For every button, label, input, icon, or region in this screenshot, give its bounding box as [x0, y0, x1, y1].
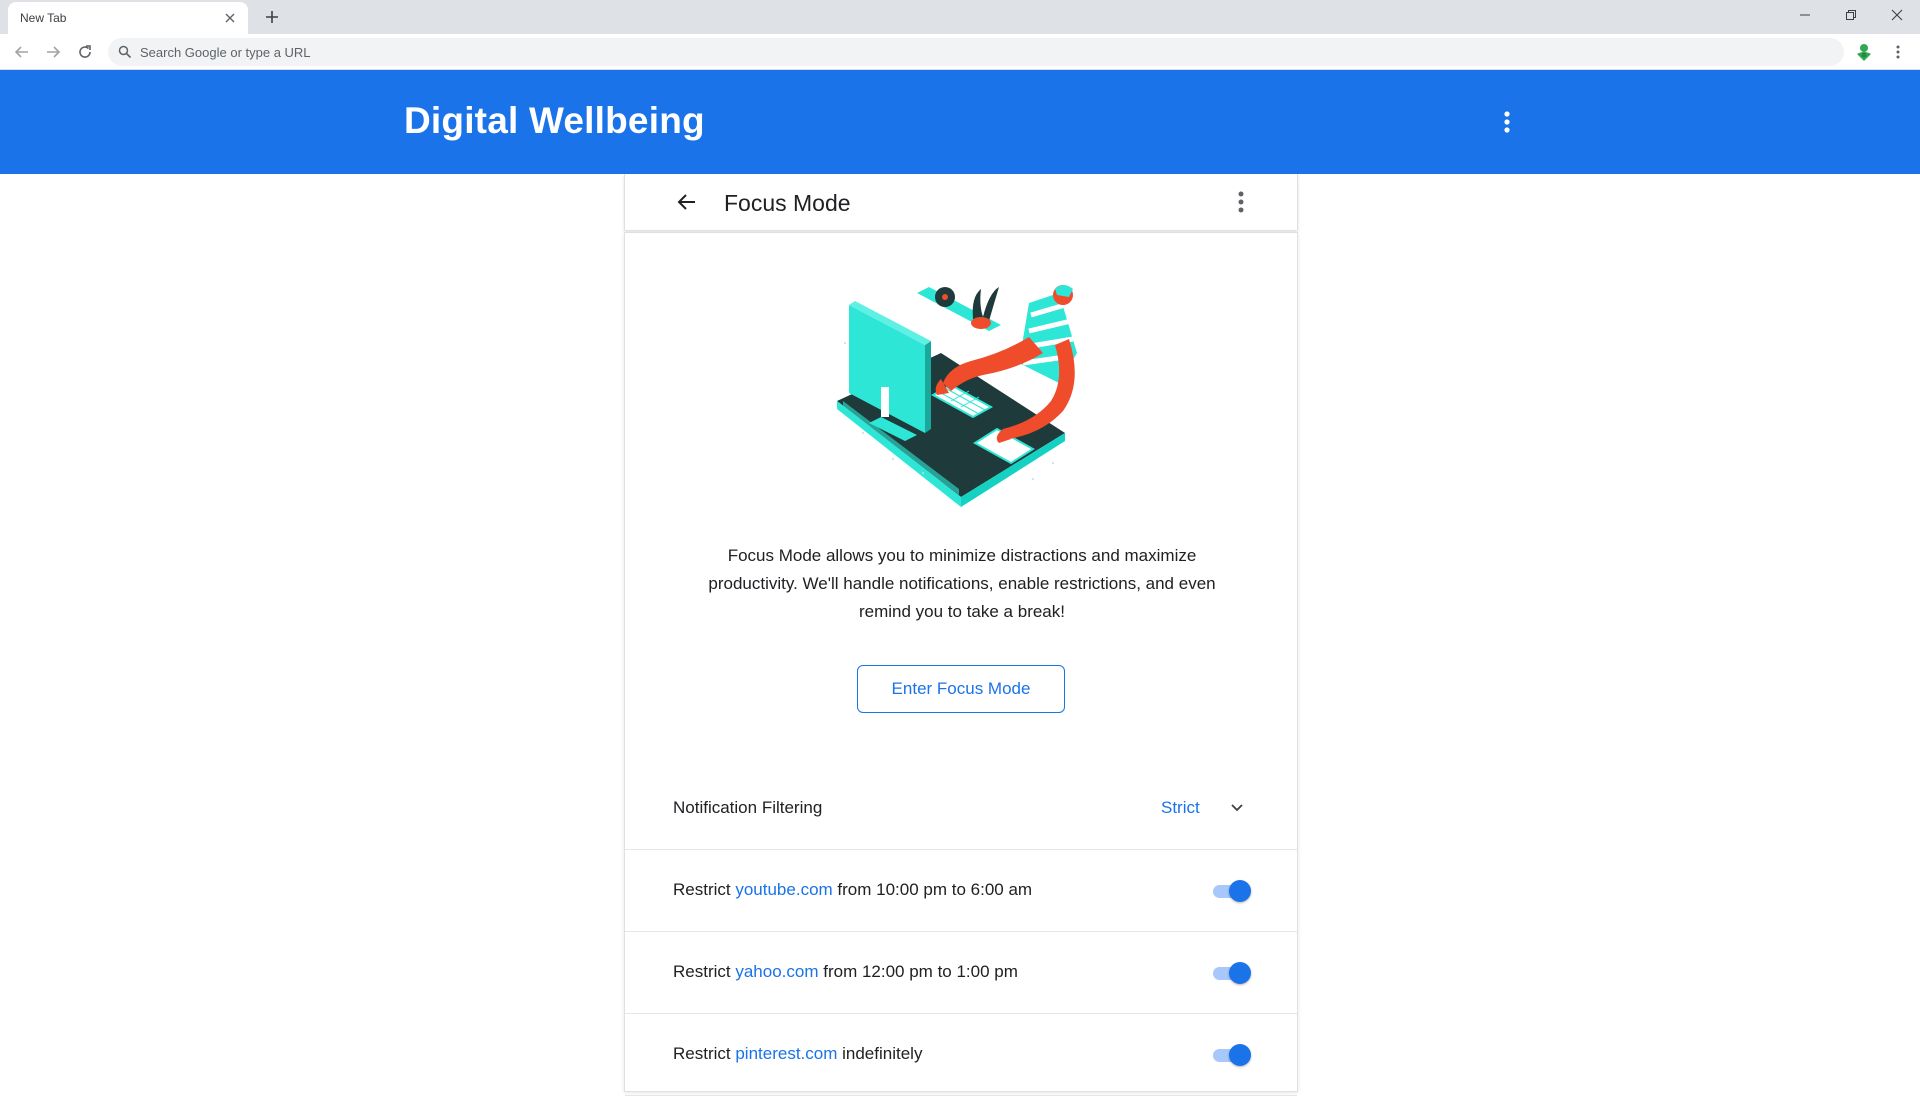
enter-focus-mode-button[interactable]: Enter Focus Mode [857, 665, 1065, 713]
focus-mode-description: Focus Mode allows you to minimize distra… [708, 546, 1216, 621]
tab-close-icon[interactable] [220, 8, 240, 28]
restriction-suffix: from 10:00 pm to 6:00 am [832, 880, 1033, 899]
omnibox-input[interactable] [140, 38, 1820, 66]
app-title: Digital Wellbeing [404, 100, 705, 141]
focus-mode-card: Focus Mode allows you to minimize distra… [624, 232, 1298, 1096]
notification-filtering-row[interactable]: Notification Filtering Strict [625, 768, 1297, 850]
restriction-site-link[interactable]: yahoo.com [735, 962, 818, 981]
arrow-back-icon[interactable] [673, 188, 701, 216]
window-close-icon[interactable] [1874, 0, 1920, 30]
restriction-row-yahoo: Restrict yahoo.com from 12:00 pm to 1:00… [625, 932, 1297, 1014]
app-more-vert-icon[interactable] [1495, 106, 1519, 138]
page-subheader: Focus Mode [624, 174, 1298, 230]
toggle-thumb [1229, 880, 1251, 902]
toggle-thumb [1229, 962, 1251, 984]
search-icon [118, 45, 132, 59]
chevron-down-icon[interactable] [1227, 798, 1247, 818]
app-header: Digital Wellbeing [0, 70, 1920, 174]
restriction-label: Restrict yahoo.com from 12:00 pm to 1:00… [673, 962, 1018, 982]
page-more-vert-icon[interactable] [1229, 186, 1253, 218]
omnibox[interactable] [108, 38, 1844, 66]
toggle-thumb [1229, 1044, 1251, 1066]
notification-filtering-label: Notification Filtering [673, 798, 823, 817]
new-tab-plus-icon[interactable] [260, 5, 284, 29]
tab-title: New Tab [20, 11, 67, 25]
back-arrow-icon[interactable] [10, 40, 34, 64]
extension-icon[interactable] [1852, 40, 1876, 64]
restriction-prefix: Restrict [673, 880, 736, 899]
restriction-toggle-pinterest[interactable] [1211, 1044, 1251, 1066]
restriction-prefix: Restrict [673, 962, 736, 981]
restriction-prefix: Restrict [673, 1044, 736, 1063]
restriction-row-youtube: Restrict youtube.com from 10:00 pm to 6:… [625, 850, 1297, 932]
browser-toolbar [0, 34, 1920, 70]
restriction-suffix: indefinitely [837, 1044, 923, 1063]
notification-filtering-value[interactable]: Strict [1161, 798, 1200, 818]
restore-icon[interactable] [1828, 0, 1874, 30]
minimize-icon[interactable] [1782, 0, 1828, 30]
restriction-toggle-youtube[interactable] [1211, 880, 1251, 902]
chrome-menu-icon[interactable] [1886, 40, 1910, 64]
page-title: Focus Mode [724, 190, 851, 216]
restriction-site-link[interactable]: youtube.com [735, 880, 832, 899]
restriction-row-pinterest: Restrict pinterest.com indefinitely [625, 1014, 1297, 1096]
restriction-toggle-yahoo[interactable] [1211, 962, 1251, 984]
browser-tab[interactable]: New Tab [8, 2, 248, 34]
restriction-suffix: from 12:00 pm to 1:00 pm [818, 962, 1018, 981]
restriction-site-link[interactable]: pinterest.com [735, 1044, 837, 1063]
restriction-label: Restrict pinterest.com indefinitely [673, 1044, 922, 1064]
reload-icon[interactable] [73, 40, 97, 64]
focus-illustration [837, 285, 1077, 507]
restriction-label: Restrict youtube.com from 10:00 pm to 6:… [673, 880, 1032, 900]
tab-strip: New Tab [0, 0, 1920, 34]
forward-arrow-icon[interactable] [41, 40, 65, 64]
